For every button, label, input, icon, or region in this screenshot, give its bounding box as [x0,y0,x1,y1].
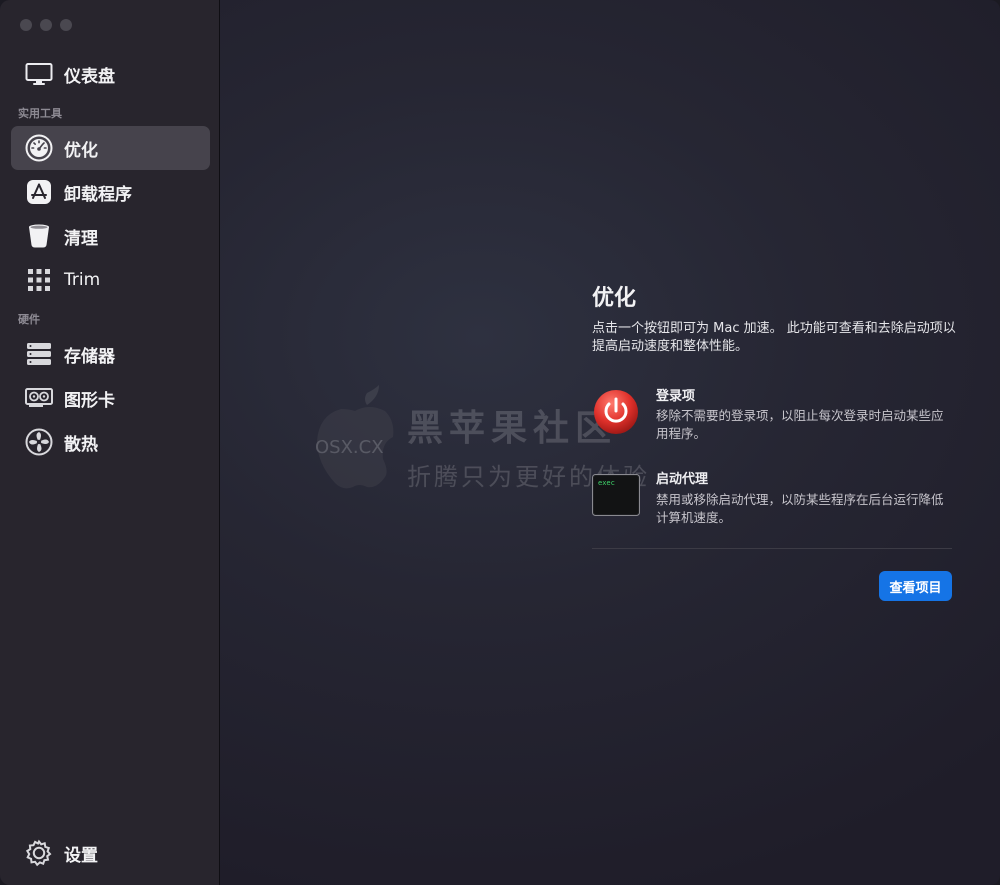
sidebar-item-uninstaller[interactable]: 卸载程序 [11,170,210,214]
terminal-icon-text: exec [598,479,615,487]
power-icon [592,388,640,436]
sidebar-item-clean[interactable]: 清理 [11,214,210,258]
sidebar-item-label: 仪表盘 [64,66,115,87]
graphics-card-icon [25,384,53,412]
page-title: 优化 [592,286,637,311]
sidebar: 仪表盘 实用工具 优化 卸载程序 清理 Trim 硬件 存储器 图形卡 散热 设… [0,0,220,885]
view-items-button[interactable]: 查看项目 [879,571,952,601]
feature-title-launch-agents: 启动代理 [656,472,709,487]
sidebar-item-label: 卸载程序 [64,184,132,205]
section-label-tools: 实用工具 [18,107,62,120]
watermark-logo-text: OSX.CX [315,437,384,458]
sidebar-item-storage[interactable]: 存储器 [11,332,210,376]
gear-icon [25,839,53,867]
monitor-icon [25,60,53,88]
sidebar-item-optimize[interactable]: 优化 [11,126,210,170]
feature-desc-launch-agents: 禁用或移除启动代理，以防某些程序在后台运行降低计算机速度。 [656,492,944,525]
app-store-icon [25,178,53,206]
sidebar-item-cooling[interactable]: 散热 [11,420,210,464]
watermark: OSX.CX 黑苹果社区 折腾只为更好的体验 [305,385,647,499]
sidebar-item-label: 清理 [64,228,98,249]
sidebar-item-label: 存储器 [64,346,115,367]
storage-icon [25,340,53,368]
watermark-title: 黑苹果社区 [407,407,618,449]
zoom-window-button[interactable] [60,19,72,31]
app-window: 仪表盘 实用工具 优化 卸载程序 清理 Trim 硬件 存储器 图形卡 散热 设… [0,0,1000,885]
sidebar-item-graphics[interactable]: 图形卡 [11,376,210,420]
sidebar-item-settings[interactable]: 设置 [11,831,210,875]
fan-icon [25,428,53,456]
sidebar-item-label: 散热 [64,434,98,455]
sidebar-item-trim[interactable]: Trim [11,258,210,302]
sidebar-item-label: 设置 [64,845,98,866]
divider [592,548,952,549]
close-window-button[interactable] [20,19,32,31]
sidebar-item-label: Trim [64,270,101,290]
sidebar-item-label: 图形卡 [64,390,115,411]
feature-desc-login-items: 移除不需要的登录项，以阻止每次登录时启动某些应用程序。 [656,408,944,441]
grid-icon [25,266,53,294]
section-label-hardware: 硬件 [18,313,40,326]
page-description: 点击一个按钮即可为 Mac 加速。 此功能可查看和去除启动项以提高启动速度和整体… [592,321,956,354]
terminal-icon: exec [592,474,640,522]
trash-can-icon [25,222,53,250]
feature-title-login-items: 登录项 [656,389,696,404]
sidebar-item-label: 优化 [64,140,98,161]
apple-logo-icon [317,385,394,489]
speedometer-icon [25,134,53,162]
window-controls [20,19,72,31]
sidebar-item-dashboard[interactable]: 仪表盘 [11,52,210,96]
minimize-window-button[interactable] [40,19,52,31]
